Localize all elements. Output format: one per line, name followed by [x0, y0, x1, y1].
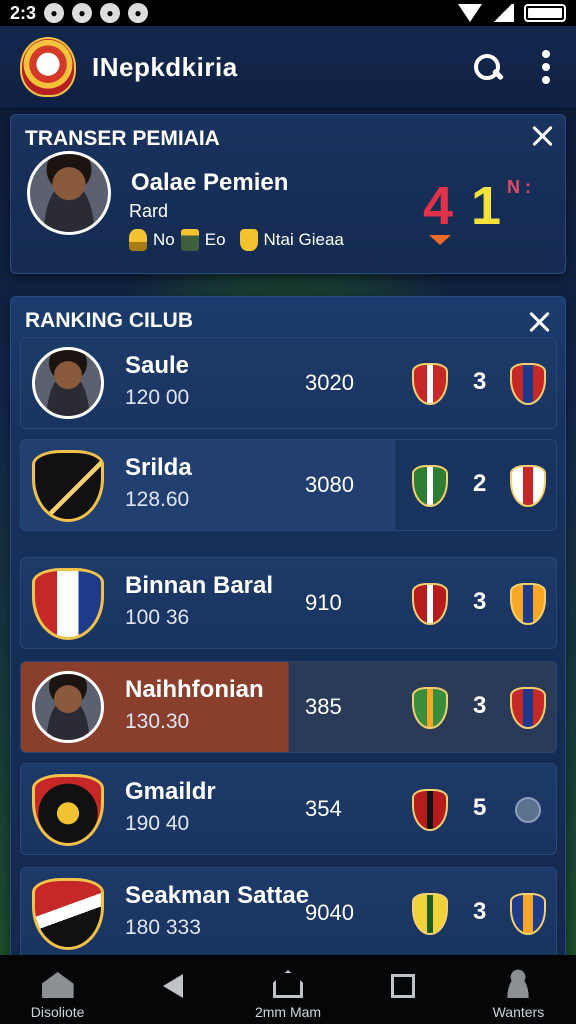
- player-name: Oalae Pemien: [131, 169, 289, 196]
- club-subvalue: 120 00: [125, 386, 190, 409]
- transfer-card-title: TRANSER PEMIAIA: [25, 127, 220, 150]
- trend-down-icon: [429, 235, 451, 245]
- ranking-row[interactable]: Saule 120 00 3020 3: [20, 337, 557, 429]
- ranking-row[interactable]: Srilda 128.60 3080 2: [20, 439, 557, 531]
- score-red: 4: [423, 176, 454, 236]
- ranking-title: RANKING CILUB: [25, 309, 193, 332]
- club-crest-icon: [412, 583, 448, 625]
- wifi-icon: [458, 4, 482, 22]
- club-rank: 3: [473, 368, 487, 395]
- bottom-nav: Disoliote 2mm Mam Wanters: [0, 955, 576, 1024]
- club-name: Saule: [125, 352, 190, 379]
- club-points: 385: [305, 694, 342, 719]
- ranking-row[interactable]: Naihhfonian 130.30 385 3: [20, 661, 557, 753]
- ranking-panel: RANKING CILUB Saule 120 00 3020 3 Srilda 128.…: [10, 296, 566, 960]
- app-title: INepkdkiria: [92, 51, 238, 82]
- club-rank: 5: [473, 794, 487, 821]
- club-points: 3080: [305, 472, 354, 497]
- ranking-row[interactable]: Gmaildr 190 40 354 5: [20, 763, 557, 855]
- club-name: Binnan Baral: [125, 572, 274, 599]
- player-stats: No Eo Ntai Gieaa: [129, 229, 344, 251]
- notification-icon: ●: [44, 3, 65, 23]
- opponent-crest-icon: [515, 797, 541, 823]
- club-crest-icon: [32, 450, 104, 522]
- nav-item-profile[interactable]: Wanters: [461, 955, 576, 1024]
- stat-label: Ntai Gieaa: [263, 230, 344, 249]
- score-small: N :: [507, 177, 531, 197]
- notification-icons: ● ● ● ●: [44, 3, 149, 23]
- club-name: Naihhfonian: [125, 676, 264, 703]
- signal-icon: [492, 4, 514, 22]
- player-avatar[interactable]: [27, 151, 111, 235]
- app-logo[interactable]: [20, 37, 76, 97]
- transfer-card: TRANSER PEMIAIA Oalae Pemien Rard No Eo …: [10, 114, 566, 274]
- opponent-crest-icon: [510, 465, 546, 507]
- club-rank: 3: [473, 588, 487, 615]
- ranking-row[interactable]: Seakman Sattae 180 333 9040 3: [20, 867, 557, 959]
- stat-label: No: [153, 230, 175, 249]
- opponent-crest-icon: [510, 687, 546, 729]
- score-yellow: 1: [471, 176, 502, 236]
- club-rank: 3: [473, 898, 487, 925]
- club-name: Gmaildr: [125, 778, 216, 805]
- notification-icon: ●: [128, 3, 149, 23]
- opponent-crest-icon: [510, 893, 546, 935]
- club-crest-icon: [32, 774, 104, 846]
- player-subtitle: Rard: [129, 201, 169, 221]
- club-rank: 2: [473, 470, 487, 497]
- nav-item-home[interactable]: Disoliote: [0, 955, 115, 1024]
- recents-square-icon: [391, 974, 416, 998]
- nav-label: Disoliote: [30, 1004, 85, 1020]
- notification-icon: ●: [100, 3, 121, 23]
- boot-icon: [180, 229, 199, 251]
- ranking-row[interactable]: Binnan Baral 100 36 910 3: [20, 557, 557, 649]
- search-icon[interactable]: [472, 52, 502, 82]
- close-icon[interactable]: [527, 309, 553, 335]
- club-name: Srilda: [125, 454, 192, 481]
- club-crest-icon: [32, 878, 104, 950]
- club-subvalue: 190 40: [125, 812, 190, 835]
- club-subvalue: 180 333: [125, 916, 201, 939]
- club-crest-icon: [412, 465, 448, 507]
- stat-label: Eo: [204, 230, 226, 249]
- nav-item-recents[interactable]: [346, 955, 461, 1024]
- nav-label: 2mm Mam: [254, 1004, 322, 1020]
- nav-label: Wanters: [492, 1004, 545, 1020]
- status-time: 2:3: [10, 2, 37, 23]
- nav-item-back[interactable]: [115, 955, 230, 1024]
- battery-icon: [524, 4, 566, 22]
- club-rank: 3: [473, 692, 487, 719]
- player-avatar: [32, 671, 104, 743]
- club-subvalue: 130.30: [125, 710, 190, 733]
- club-crest-icon: [412, 687, 448, 729]
- notification-icon: ●: [72, 3, 93, 23]
- trophy-icon: [129, 229, 147, 251]
- club-subvalue: 128.60: [125, 488, 190, 511]
- home-icon: [41, 972, 74, 998]
- opponent-crest-icon: [510, 583, 546, 625]
- person-icon: [503, 968, 534, 998]
- player-avatar: [32, 347, 104, 419]
- club-points: 3020: [305, 370, 354, 395]
- club-name: Seakman Sattae: [125, 882, 310, 909]
- close-icon[interactable]: [530, 123, 556, 149]
- house-outline-icon: [273, 970, 303, 998]
- club-crest-icon: [412, 893, 448, 935]
- club-points: 910: [305, 590, 342, 615]
- back-icon: [162, 974, 183, 998]
- club-crest-icon: [412, 363, 448, 405]
- more-options-icon[interactable]: [536, 50, 556, 84]
- club-subvalue: 100 36: [125, 606, 190, 629]
- club-points: 9040: [305, 900, 354, 925]
- status-bar: 2:3 ● ● ● ●: [0, 0, 576, 26]
- club-crest-icon: [412, 789, 448, 831]
- nav-item-main[interactable]: 2mm Mam: [230, 955, 345, 1024]
- cup-icon: [239, 229, 258, 251]
- club-crest-icon: [32, 568, 104, 640]
- club-points: 354: [305, 796, 342, 821]
- opponent-crest-icon: [510, 363, 546, 405]
- app-bar: INepkdkiria: [0, 26, 576, 110]
